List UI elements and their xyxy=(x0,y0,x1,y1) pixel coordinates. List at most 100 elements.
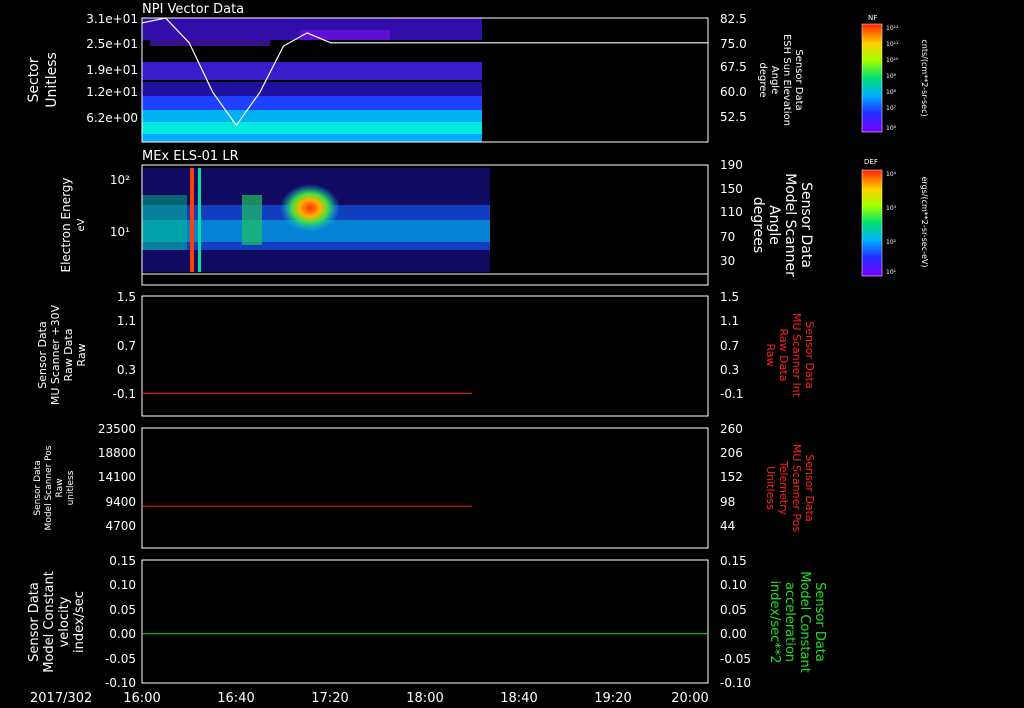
y-tick-label: 206 xyxy=(720,446,743,460)
y-axis-title: unitless xyxy=(66,470,76,505)
y-tick-label: 0.05 xyxy=(720,603,747,617)
y-tick-label: 110 xyxy=(720,205,743,219)
y-tick-label: 0.05 xyxy=(109,603,136,617)
panel-title: NPI Vector Data xyxy=(142,2,244,17)
y-axis-title: Model Constant xyxy=(42,571,57,673)
y-axis-title: Model Scanner Pos xyxy=(44,445,54,530)
heatmap-cells xyxy=(142,18,482,142)
colorbar-label: DEF xyxy=(864,158,878,166)
y-tick-label: 70 xyxy=(720,230,735,244)
heatmap-band xyxy=(150,40,270,46)
y-tick-label: 44 xyxy=(720,519,735,533)
y-axis-title: ESH Sun Elevation xyxy=(781,34,792,126)
y-tick-label: 23500 xyxy=(98,422,136,436)
colorbar-tick: 10⁹ xyxy=(886,73,897,80)
y-axis-title: Angle xyxy=(766,205,782,245)
y-tick-label: 1.5 xyxy=(720,290,739,304)
y-tick-label: 1.5 xyxy=(117,290,136,304)
heatmap-band xyxy=(142,134,482,142)
heatmap-band xyxy=(142,110,482,122)
y-tick-label: 4700 xyxy=(105,519,136,533)
y-axis-title: Sensor Data xyxy=(812,582,827,662)
y-tick-label: 9400 xyxy=(105,495,136,509)
y-axis-left: 3.1e+01 2.5e+01 1.9e+01 1.2e+01 6.2e+00 … xyxy=(26,12,138,125)
y-tick-label: 67.5 xyxy=(720,60,747,74)
colorbar-gradient xyxy=(861,23,883,133)
y-tick-label: 0.00 xyxy=(109,627,136,641)
time-tick-label: 16:40 xyxy=(217,691,254,706)
y-tick-label: 0.7 xyxy=(720,339,739,353)
y-tick-label: 10¹ xyxy=(110,225,130,239)
y-axis-title: MU Scanner Int xyxy=(790,313,803,398)
panel-mex-els-01-lr: MEx ELS-01 LR 10² 10¹ Electron Energy eV… xyxy=(59,149,814,286)
y-axis-title: degrees xyxy=(750,197,766,253)
colorbar-tick: 10¹¹ xyxy=(886,41,899,48)
plot-frame xyxy=(141,295,709,417)
y-tick-label: 82.5 xyxy=(720,12,747,26)
time-tick-label: 20:00 xyxy=(671,691,708,706)
y-axis-title: Sensor Data xyxy=(803,454,816,521)
time-tick-label: 18:40 xyxy=(500,691,537,706)
heatmap-band xyxy=(142,122,482,134)
y-axis-left: 0.15 0.10 0.05 0.00 -0.05 -0.10 Sensor D… xyxy=(27,554,136,690)
time-tick-label: 19:20 xyxy=(594,691,631,706)
y-axis-left: 10² 10¹ Electron Energy eV xyxy=(59,173,130,273)
colorbar-tick: 10³ xyxy=(886,205,897,212)
date-label: 2017/302 xyxy=(30,691,92,706)
y-axis-title: degree xyxy=(757,62,768,97)
y-axis-right: 260 206 152 98 44 Sensor Data MU Scanner… xyxy=(720,422,816,533)
heatmap-hotspot xyxy=(280,184,340,232)
y-tick-label: 0.10 xyxy=(109,578,136,592)
heatmap-band xyxy=(142,82,482,96)
y-axis-title: Sensor Data xyxy=(793,49,804,110)
y-axis-title: Raw Data xyxy=(62,329,75,382)
panel-scanner-pos: 23500 18800 14100 9400 4700 Sensor Data … xyxy=(33,422,816,549)
y-tick-label: 98 xyxy=(720,495,735,509)
heatmap-band xyxy=(142,96,482,110)
y-tick-label: 150 xyxy=(720,182,743,196)
colorbar-units: ergs/(cm**2-sr-sec-eV) xyxy=(920,176,929,267)
panel-model-constant: 0.15 0.10 0.05 0.00 -0.05 -0.10 Sensor D… xyxy=(27,554,827,690)
time-tick-label: 16:00 xyxy=(123,691,160,706)
colorbar-tick: 10⁴ xyxy=(886,171,897,178)
colorbar-nf: NF 10¹² 10¹¹ 10¹⁰ 10⁹ 10⁸ 10⁷ 10⁶ cnts/(… xyxy=(861,14,929,133)
heatmap-band xyxy=(142,195,187,250)
y-tick-label: 1.9e+01 xyxy=(86,63,138,77)
heatmap-band xyxy=(242,195,262,245)
y-axis-right: 0.15 0.10 0.05 0.00 -0.05 -0.10 Sensor D… xyxy=(720,554,827,690)
y-tick-label: 1.1 xyxy=(720,314,739,328)
y-axis-title: Model Scanner xyxy=(782,173,798,277)
plot-frame xyxy=(141,427,709,549)
y-tick-label: -0.10 xyxy=(105,676,136,690)
y-tick-label: 1.1 xyxy=(117,314,136,328)
y-axis-left: 23500 18800 14100 9400 4700 Sensor Data … xyxy=(33,422,136,533)
y-axis-title: MU Scanner Pos xyxy=(790,444,803,533)
y-axis-title: Unitless xyxy=(44,52,60,108)
plot-frame xyxy=(141,559,709,684)
y-axis-title: Sector xyxy=(26,57,42,102)
y-tick-label: -0.1 xyxy=(113,387,136,401)
y-tick-label: 3.1e+01 xyxy=(86,12,138,26)
colorbar-tick: 10¹ xyxy=(886,269,897,276)
y-tick-label: 18800 xyxy=(98,446,136,460)
y-tick-label: 0.10 xyxy=(720,578,747,592)
y-axis-title: Angle xyxy=(769,66,780,94)
y-tick-label: 0.15 xyxy=(109,554,136,568)
y-axis-title: Sensor Data xyxy=(27,582,42,662)
y-axis-title: index/sec xyxy=(72,591,87,653)
y-axis-title: Raw xyxy=(75,343,88,366)
colorbar-tick: 10² xyxy=(886,239,897,246)
y-axis-title: Sensor Data xyxy=(803,321,816,388)
y-axis-title: Sensor Data xyxy=(33,460,43,515)
y-tick-label: 14100 xyxy=(98,470,136,484)
y-axis-title: index/sec**2 xyxy=(767,580,782,663)
colorbar-units: cnts/(cm**2-sr-sec) xyxy=(920,39,929,116)
panel-npi-vector-data: NPI Vector Data 3.1e+01 2.5e+01 1.9e+01 … xyxy=(26,2,804,143)
y-axis-title: Sensor Data xyxy=(798,182,814,268)
y-axis-title: Raw xyxy=(764,343,777,366)
time-tick-label: 18:00 xyxy=(406,691,443,706)
time-axis: 2017/302 16:00 16:40 17:20 18:00 18:40 1… xyxy=(30,691,709,706)
y-tick-label: 30 xyxy=(720,254,735,268)
colorbar-tick: 10⁷ xyxy=(886,105,897,112)
y-tick-label: 2.5e+01 xyxy=(86,37,138,51)
